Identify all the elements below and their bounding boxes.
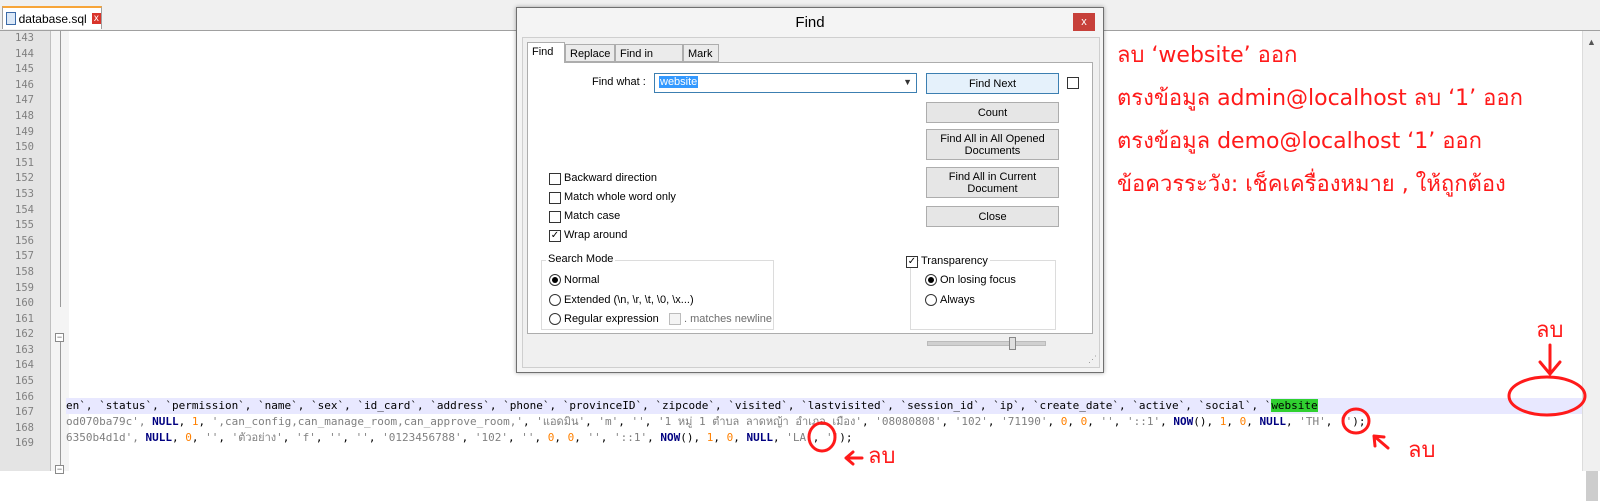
arrow-up-left-icon [1372,434,1390,450]
annotation-drawings [807,343,1587,466]
circle-website [1507,375,1587,417]
arrow-down-icon [1538,343,1562,377]
circle-admin-1 [1341,407,1371,435]
tab-find[interactable]: Find [527,42,565,63]
arrow-left-icon [844,450,864,466]
circle-demo-1 [807,421,837,453]
scroll-thumb[interactable] [1586,471,1598,501]
